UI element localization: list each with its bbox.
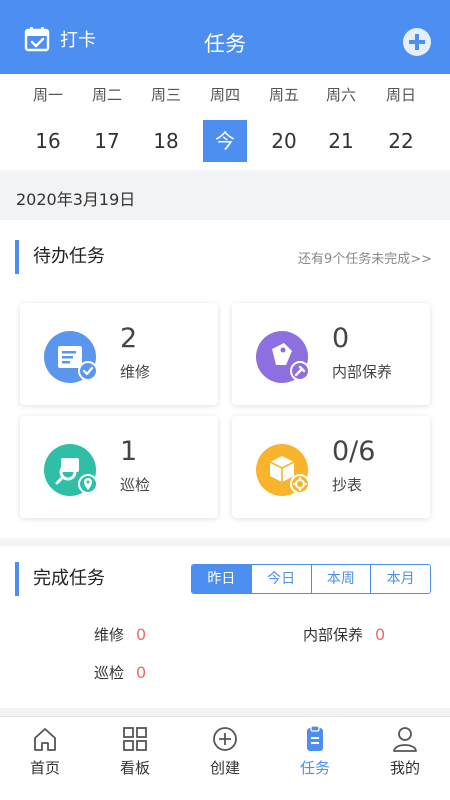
weekday-label: 周四 <box>209 86 240 104</box>
date-cell[interactable]: 21 <box>319 120 363 162</box>
date-cell[interactable]: 17 <box>85 120 129 162</box>
maintenance-tag-icon <box>256 331 310 383</box>
completed-stat-maintenance: 内部保养 0 <box>303 624 385 645</box>
inspection-search-icon <box>44 444 98 496</box>
task-label: 巡检 <box>120 476 151 494</box>
tab-dashboard[interactable]: 看板 <box>90 725 180 778</box>
dashboard-grid-icon <box>123 727 147 751</box>
date-cell[interactable]: 22 <box>379 120 423 162</box>
task-count: 1 <box>120 436 138 467</box>
task-clipboard-icon <box>307 725 323 751</box>
stat-value: 0 <box>136 663 147 682</box>
task-card-meter-reading[interactable]: 0/6 抄表 <box>232 416 430 518</box>
page-title: 任务 <box>204 32 246 56</box>
current-date: 2020年3月19日 <box>16 190 136 209</box>
stat-label: 内部保养 <box>303 626 364 644</box>
weekday-label: 周六 <box>325 86 356 104</box>
period-tab-today[interactable]: 今日 <box>250 565 311 593</box>
home-icon <box>34 728 56 751</box>
date-cell[interactable]: 18 <box>144 120 188 162</box>
tab-label: 首页 <box>29 759 60 777</box>
stat-value: 0 <box>375 625 386 644</box>
create-plus-icon <box>213 727 237 751</box>
date-cell[interactable]: 20 <box>262 120 306 162</box>
current-date-bar: 2020年3月19日 <box>0 170 450 220</box>
tab-label: 任务 <box>299 759 330 777</box>
incomplete-tasks-link[interactable]: 还有9个任务未完成>> <box>298 248 432 267</box>
weekday-label: 周二 <box>91 86 122 104</box>
app-header: 打卡 任务 <box>0 0 450 74</box>
task-label: 内部保养 <box>332 363 393 381</box>
period-tab-week[interactable]: 本周 <box>310 565 371 593</box>
tab-label: 看板 <box>119 759 150 777</box>
add-task-button[interactable] <box>403 28 431 56</box>
date-cell-today[interactable]: 今 <box>203 120 247 162</box>
weekday-label: 周日 <box>385 86 416 104</box>
task-count: 2 <box>120 323 138 354</box>
tab-home[interactable]: 首页 <box>0 725 90 778</box>
weekday-label: 周一 <box>32 86 63 104</box>
tab-tasks[interactable]: 任务 <box>270 725 360 778</box>
tab-create[interactable]: 创建 <box>180 725 270 778</box>
stat-label: 巡检 <box>94 664 125 682</box>
task-card-inspection[interactable]: 1 巡检 <box>20 416 218 518</box>
task-count: 0 <box>332 323 350 354</box>
completed-stat-inspection: 巡检 0 <box>94 662 146 683</box>
task-label: 抄表 <box>332 476 363 494</box>
tab-label: 我的 <box>389 759 420 777</box>
pending-section-title: 待办任务 <box>15 240 215 274</box>
tab-label: 创建 <box>209 759 240 777</box>
weekday-label: 周五 <box>268 86 299 104</box>
completed-stat-repair: 维修 0 <box>94 624 146 645</box>
weekday-label: 周三 <box>150 86 181 104</box>
stat-value: 0 <box>136 625 147 644</box>
period-tab-month[interactable]: 本月 <box>370 565 430 593</box>
task-card-repair[interactable]: 2 维修 <box>20 303 218 405</box>
period-tab-yesterday[interactable]: 昨日 <box>192 565 251 593</box>
pending-tasks-section: 待办任务 还有9个任务未完成>> 2 维修 0 内部保养 1 巡检 0/6 抄表 <box>0 220 450 538</box>
task-card-maintenance[interactable]: 0 内部保养 <box>232 303 430 405</box>
task-label: 维修 <box>120 363 151 381</box>
date-cell[interactable]: 16 <box>26 120 70 162</box>
tab-profile[interactable]: 我的 <box>360 725 450 778</box>
completed-tasks-section: 完成任务 昨日 今日 本周 本月 维修 0 内部保养 0 巡检 0 <box>0 546 450 708</box>
repair-doc-icon <box>44 331 98 383</box>
meter-box-icon <box>256 444 310 496</box>
task-count: 0/6 <box>332 436 376 467</box>
completed-section-title: 完成任务 <box>15 562 215 596</box>
profile-icon <box>393 727 417 752</box>
week-calendar: 周一 周二 周三 周四 周五 周六 周日 16 17 18 今 20 21 22 <box>0 74 450 170</box>
stat-label: 维修 <box>94 626 125 644</box>
bottom-tab-bar: 首页 看板 创建 任务 我的 <box>0 716 450 800</box>
period-segmented-control: 昨日 今日 本周 本月 <box>191 564 431 594</box>
